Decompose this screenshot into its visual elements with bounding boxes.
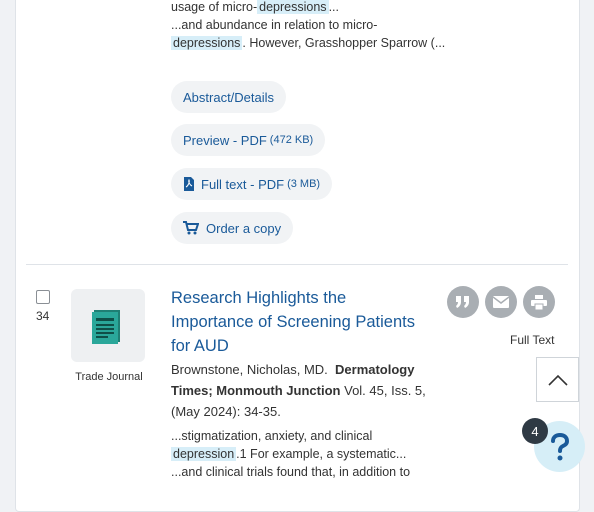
full-text-pdf-link[interactable]: Full text - PDF (3 MB): [171, 168, 333, 200]
snippet-text: ...: [328, 0, 339, 14]
file-size: (472 KB): [269, 134, 314, 146]
cite-button[interactable]: [447, 286, 479, 318]
snippet-text: ...stigmatization, anxiety, and clinical: [171, 429, 373, 443]
full-text-pdf-label: Full text - PDF: [201, 176, 285, 192]
email-icon: [493, 296, 509, 308]
record-number: 34: [36, 309, 50, 323]
record-snippet: ...stigmatization, anxiety, and clinical…: [171, 427, 446, 481]
record-snippet: ...and abundance in relation to micro- d…: [171, 16, 446, 52]
pdf-icon: [183, 177, 195, 191]
print-icon: [531, 294, 547, 310]
record-divider: [26, 264, 568, 265]
preview-pdf-link[interactable]: Preview - PDF (472 KB): [171, 124, 326, 156]
chevron-up-icon: [547, 374, 568, 386]
preview-pdf-label: Preview - PDF: [183, 132, 267, 148]
snippet-text: ...and abundance in relation to micro-: [171, 18, 378, 32]
order-copy-link[interactable]: Order a copy: [171, 212, 294, 244]
search-term-highlight: depression: [171, 447, 237, 461]
print-button[interactable]: [523, 286, 555, 318]
snippet-text: .1 For example, a systematic...: [236, 447, 407, 461]
search-term-highlight: depressions: [171, 36, 243, 50]
record-title-link[interactable]: Research Highlights the Importance of Sc…: [171, 286, 431, 358]
email-button[interactable]: [485, 286, 517, 318]
snippet-text: . However, Grasshopper Sparrow (...: [242, 36, 446, 50]
cart-icon: [183, 221, 199, 235]
record-snippet: usage of micro-depressions...: [171, 0, 446, 16]
author[interactable]: Brownstone, Nicholas, MD.: [171, 362, 328, 377]
quote-icon: [455, 295, 471, 309]
abstract-details-label: Abstract/Details: [183, 89, 275, 105]
trade-journal-icon: [71, 289, 145, 362]
snippet-text: usage of micro-: [171, 0, 258, 14]
select-record-checkbox[interactable]: [36, 290, 50, 304]
abstract-details-link[interactable]: Abstract/Details: [171, 81, 287, 113]
order-copy-label: Order a copy: [206, 220, 282, 236]
publication-type: Trade Journal: [75, 371, 143, 383]
notification-badge: 4: [522, 418, 548, 444]
back-to-top-button[interactable]: [536, 357, 579, 402]
snippet-text: ...and clinical trials found that, in ad…: [171, 465, 411, 479]
file-size: (3 MB): [287, 178, 321, 190]
question-icon: [548, 432, 572, 462]
search-term-highlight: depressions: [257, 0, 329, 14]
record-citation: Brownstone, Nicholas, MD. Dermatology Ti…: [171, 359, 451, 422]
full-text-label[interactable]: Full Text: [510, 333, 554, 347]
